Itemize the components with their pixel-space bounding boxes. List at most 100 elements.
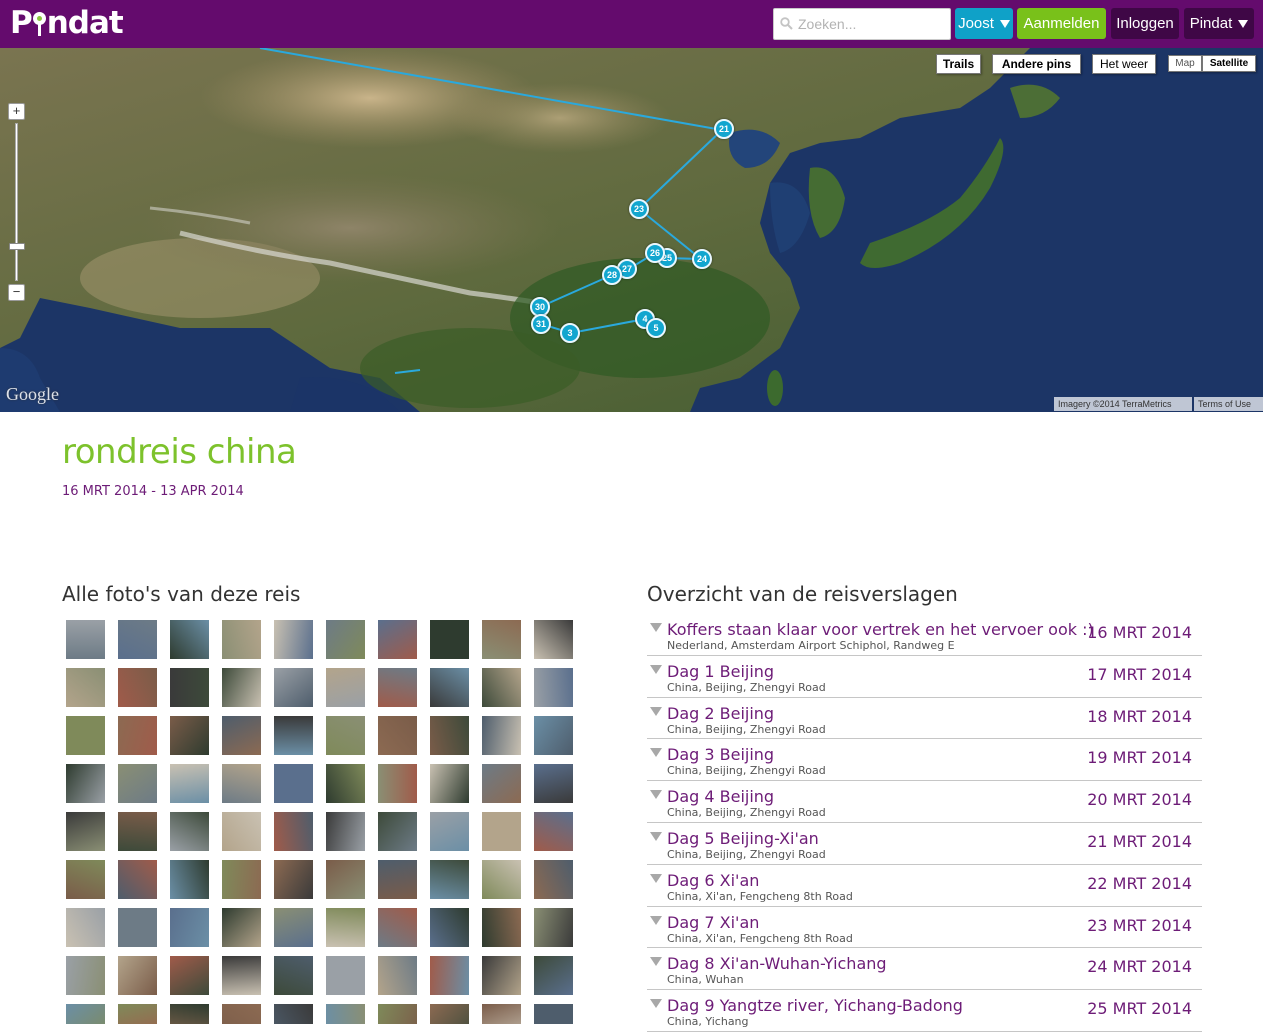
photo-thumbnail[interactable] [118,620,157,659]
pindat-menu-button[interactable]: Pindat [1184,8,1254,39]
photo-thumbnail[interactable] [534,668,573,707]
photo-thumbnail[interactable] [222,1004,261,1024]
google-logo[interactable]: Google [6,384,59,405]
photo-thumbnail[interactable] [222,908,261,947]
photo-thumbnail[interactable] [482,812,521,851]
photo-thumbnail[interactable] [534,860,573,899]
photo-thumbnail[interactable] [274,956,313,995]
story-row[interactable]: Dag 8 Xi'an-Wuhan-Yichang China, Wuhan 24 … [647,948,1202,991]
photo-thumbnail[interactable] [118,1004,157,1024]
photo-thumbnail[interactable] [534,956,573,995]
photo-thumbnail[interactable] [482,1004,521,1024]
story-row[interactable]: Dag 5 Beijing-Xi'an China, Beijing, Zheng… [647,823,1202,865]
photo-thumbnail[interactable] [66,908,105,947]
photo-thumbnail[interactable] [66,812,105,851]
register-button[interactable]: Aanmelden [1017,8,1106,39]
expand-triangle-icon[interactable] [650,623,662,632]
photo-thumbnail[interactable] [170,764,209,803]
photo-thumbnail[interactable] [274,764,313,803]
photo-thumbnail[interactable] [534,764,573,803]
photo-thumbnail[interactable] [118,668,157,707]
story-row[interactable]: Dag 6 Xi'an China, Xi'an, Fengcheng 8th R… [647,865,1202,907]
zoom-slider-handle[interactable] [9,243,25,250]
photo-thumbnail[interactable] [378,860,417,899]
zoom-in-button[interactable]: + [8,103,25,120]
photo-thumbnail[interactable] [378,620,417,659]
photo-thumbnail[interactable] [326,716,365,755]
photo-thumbnail[interactable] [378,908,417,947]
photo-thumbnail[interactable] [482,668,521,707]
expand-triangle-icon[interactable] [650,706,662,716]
photo-thumbnail[interactable] [66,956,105,995]
photo-thumbnail[interactable] [534,620,573,659]
photo-thumbnail[interactable] [326,668,365,707]
photo-thumbnail[interactable] [534,716,573,755]
story-row[interactable]: Dag 9 Yangtze river, Yichang-Badong China… [647,990,1202,1032]
photo-thumbnail[interactable] [170,956,209,995]
trip-map[interactable]: 21 23 24 25 26 27 28 30 31 3 4 5 + − Tra… [0,48,1263,412]
photo-thumbnail[interactable] [326,812,365,851]
story-row[interactable]: Dag 2 Beijing China, Beijing, Zhengyi Roa… [647,698,1202,740]
story-title[interactable]: Dag 8 Xi'an-Wuhan-Yichang [667,954,887,973]
photo-thumbnail[interactable] [66,620,105,659]
map-marker[interactable]: 5 [646,318,666,338]
user-menu-button[interactable]: Joost [955,8,1013,39]
photo-thumbnail[interactable] [222,812,261,851]
photo-thumbnail[interactable] [66,764,105,803]
story-title[interactable]: Dag 6 Xi'an [667,871,759,890]
photo-thumbnail[interactable] [378,764,417,803]
story-title[interactable]: Dag 5 Beijing-Xi'an [667,829,819,848]
photo-thumbnail[interactable] [66,860,105,899]
expand-triangle-icon[interactable] [650,664,662,674]
photo-thumbnail[interactable] [430,860,469,899]
photo-thumbnail[interactable] [170,668,209,707]
photo-thumbnail[interactable] [274,812,313,851]
photo-thumbnail[interactable] [274,860,313,899]
zoom-slider-track[interactable] [15,123,18,281]
weather-toggle-button[interactable]: Het weer [1092,54,1156,74]
photo-thumbnail[interactable] [274,620,313,659]
expand-triangle-icon[interactable] [650,748,662,758]
photo-thumbnail[interactable] [430,620,469,659]
photo-thumbnail[interactable] [482,908,521,947]
photo-thumbnail[interactable] [430,812,469,851]
map-marker[interactable]: 21 [714,119,734,139]
photo-thumbnail[interactable] [222,764,261,803]
photo-thumbnail[interactable] [326,908,365,947]
photo-thumbnail[interactable] [378,956,417,995]
photo-thumbnail[interactable] [118,716,157,755]
zoom-out-button[interactable]: − [8,284,25,301]
photo-thumbnail[interactable] [430,668,469,707]
photo-thumbnail[interactable] [118,956,157,995]
story-title[interactable]: Dag 1 Beijing [667,662,774,681]
story-row[interactable]: Dag 7 Xi'an China, Xi'an, Fengcheng 8th R… [647,907,1202,949]
photo-thumbnail[interactable] [378,716,417,755]
map-type-satellite-button[interactable]: Satellite [1202,55,1256,72]
pindat-logo[interactable]: Pndat [10,2,124,44]
expand-triangle-icon[interactable] [650,873,662,883]
expand-triangle-icon[interactable] [650,790,662,800]
photo-thumbnail[interactable] [326,956,365,995]
photo-thumbnail[interactable] [222,716,261,755]
photo-thumbnail[interactable] [326,620,365,659]
photo-thumbnail[interactable] [274,908,313,947]
photo-thumbnail[interactable] [66,668,105,707]
photo-thumbnail[interactable] [118,908,157,947]
photo-thumbnail[interactable] [326,1004,365,1024]
photo-thumbnail[interactable] [430,1004,469,1024]
photo-thumbnail[interactable] [430,956,469,995]
photo-thumbnail[interactable] [66,716,105,755]
story-title[interactable]: Dag 9 Yangtze river, Yichang-Badong [667,996,963,1015]
photo-thumbnail[interactable] [118,812,157,851]
photo-thumbnail[interactable] [534,812,573,851]
photo-thumbnail[interactable] [274,1004,313,1024]
photo-thumbnail[interactable] [430,716,469,755]
search-box[interactable] [773,8,951,40]
map-marker[interactable]: 23 [629,199,649,219]
story-title[interactable]: Dag 4 Beijing [667,787,774,806]
photo-thumbnail[interactable] [274,668,313,707]
other-pins-toggle-button[interactable]: Andere pins [992,54,1081,74]
photo-thumbnail[interactable] [66,1004,105,1024]
photo-thumbnail[interactable] [378,668,417,707]
story-title[interactable]: Dag 3 Beijing [667,745,774,764]
